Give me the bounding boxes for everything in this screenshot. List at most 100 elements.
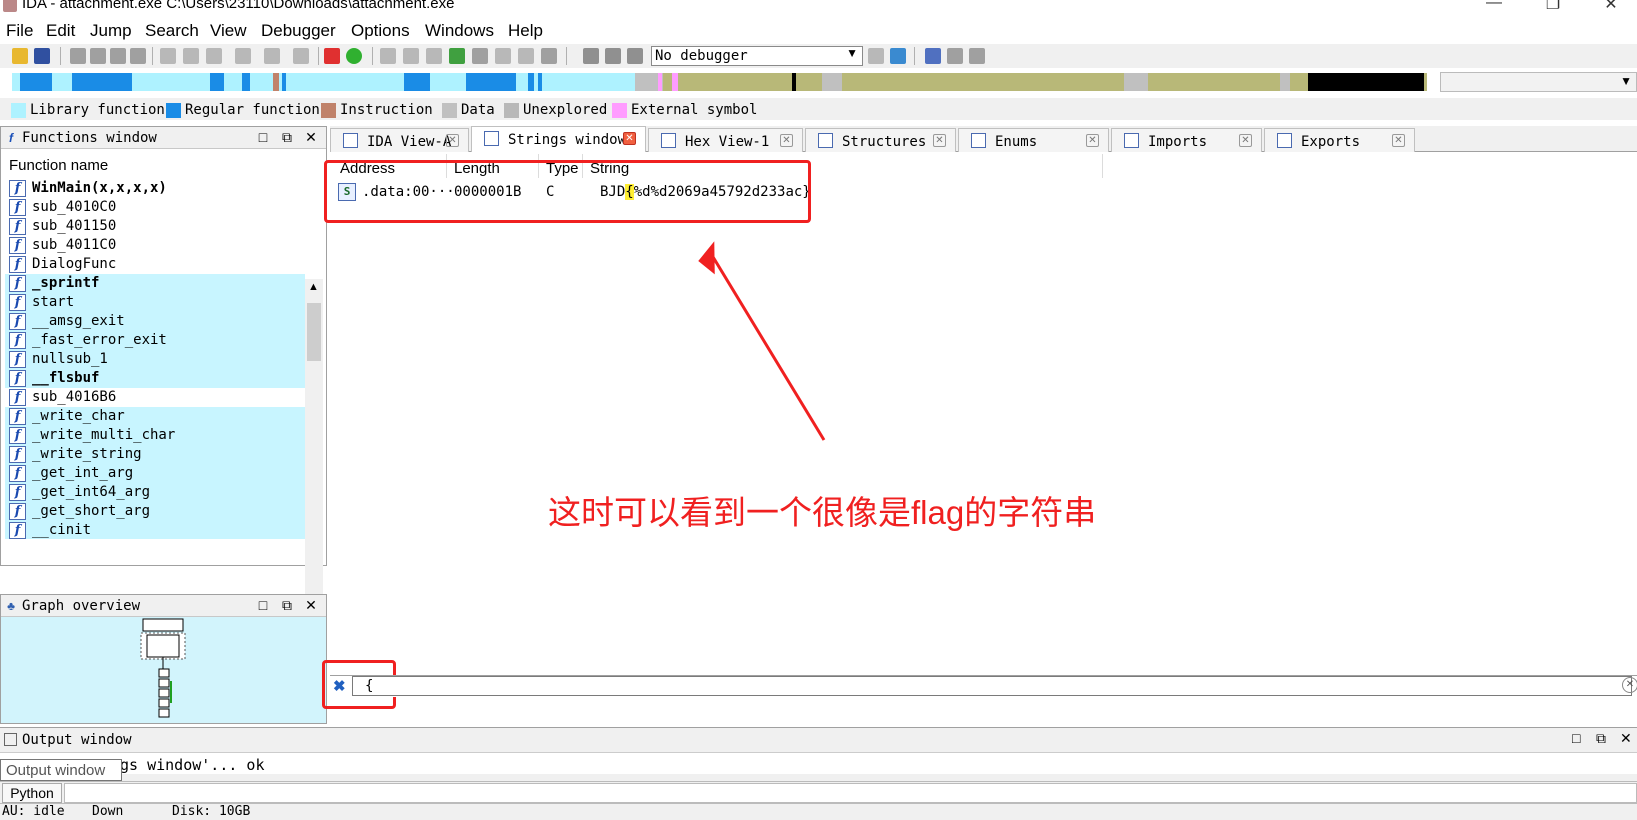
- code-icon[interactable]: [380, 48, 396, 64]
- function-list-item[interactable]: f _get_short_arg: [5, 502, 305, 521]
- search-binary-icon[interactable]: [183, 48, 199, 64]
- tab-imports[interactable]: Imports ✕: [1111, 128, 1262, 152]
- function-list-item[interactable]: f __flsbuf: [5, 369, 305, 388]
- menu-options[interactable]: Options: [351, 21, 410, 41]
- filter-input[interactable]: {: [352, 676, 1632, 696]
- maximize-pane-icon[interactable]: □: [1572, 730, 1580, 746]
- function-list-item[interactable]: f _write_char: [5, 407, 305, 426]
- tab-label: Imports: [1148, 134, 1208, 150]
- navigation-band[interactable]: [12, 73, 1427, 91]
- menu-file[interactable]: File: [6, 21, 33, 41]
- close-tab-icon[interactable]: ✕: [1086, 134, 1099, 147]
- function-list-item[interactable]: f _get_int64_arg: [5, 483, 305, 502]
- save-icon[interactable]: [34, 48, 50, 64]
- search-text-icon[interactable]: [160, 48, 176, 64]
- close-tab-icon[interactable]: ✕: [933, 134, 946, 147]
- menu-windows[interactable]: Windows: [425, 21, 494, 41]
- search-next-icon[interactable]: [235, 48, 251, 64]
- attach-icon[interactable]: [868, 48, 884, 64]
- menu-debugger[interactable]: Debugger: [261, 21, 336, 41]
- open-icon[interactable]: [12, 48, 28, 64]
- dropdown-icon[interactable]: [472, 48, 488, 64]
- close-filter-icon[interactable]: ✖: [333, 679, 347, 694]
- data-icon[interactable]: [403, 48, 419, 64]
- maximize-pane-icon[interactable]: □: [255, 597, 271, 613]
- menu-help[interactable]: Help: [508, 21, 543, 41]
- float-pane-icon[interactable]: ⧉: [1596, 730, 1606, 747]
- function-list-item[interactable]: f WinMain(x,x,x,x): [5, 179, 305, 198]
- segment-select[interactable]: ▼: [1440, 72, 1637, 92]
- close-tab-icon[interactable]: ✕: [780, 134, 793, 147]
- graph-overview-canvas[interactable]: [1, 617, 326, 723]
- run-script-icon[interactable]: [346, 48, 362, 64]
- delete-breakpoint-icon[interactable]: [969, 48, 985, 64]
- menu-jump[interactable]: Jump: [90, 21, 132, 41]
- tab-exports[interactable]: Exports ✕: [1264, 128, 1415, 152]
- float-pane-icon[interactable]: ⧉: [279, 129, 295, 146]
- close-tab-icon[interactable]: ✕: [1392, 134, 1405, 147]
- maximize-button[interactable]: ❐: [1530, 0, 1576, 14]
- graph-icon[interactable]: [324, 48, 340, 64]
- step-icon[interactable]: [890, 48, 906, 64]
- function-list-item[interactable]: f _write_multi_char: [5, 426, 305, 445]
- search-immediate-icon[interactable]: [206, 48, 222, 64]
- close-pane-icon[interactable]: ✕: [1620, 730, 1632, 747]
- function-name-column-header[interactable]: Function name: [9, 157, 108, 174]
- close-tab-icon[interactable]: ✕: [446, 134, 459, 147]
- back-dropdown-icon[interactable]: [90, 48, 106, 64]
- function-list-item[interactable]: f __amsg_exit: [5, 312, 305, 331]
- string-icon[interactable]: [426, 48, 442, 64]
- undefine-icon[interactable]: [541, 48, 557, 64]
- function-list-item[interactable]: f __cinit: [5, 521, 305, 539]
- function-list-item[interactable]: f sub_401150: [5, 217, 305, 236]
- close-pane-icon[interactable]: ✕: [303, 597, 319, 614]
- add-breakpoint-icon[interactable]: [947, 48, 963, 64]
- back-icon[interactable]: [70, 48, 86, 64]
- float-pane-icon[interactable]: ⧉: [279, 597, 295, 614]
- menu-edit[interactable]: Edit: [46, 21, 75, 41]
- close-pane-icon[interactable]: ✕: [303, 129, 319, 146]
- function-list-item[interactable]: f _get_int_arg: [5, 464, 305, 483]
- python-button[interactable]: Python: [2, 783, 62, 803]
- function-list-item[interactable]: f start: [5, 293, 305, 312]
- tab-ida-view-a[interactable]: IDA View-A ✕: [330, 128, 469, 152]
- clear-filter-icon[interactable]: ✕: [1622, 677, 1637, 693]
- function-list-item[interactable]: f sub_4016B6: [5, 388, 305, 407]
- forward-icon[interactable]: [110, 48, 126, 64]
- tab-strings-window[interactable]: Strings window ✕: [471, 126, 646, 153]
- function-list-item[interactable]: f sub_4011C0: [5, 236, 305, 255]
- function-list-item[interactable]: f sub_4010C0: [5, 198, 305, 217]
- close-tab-icon[interactable]: ✕: [1239, 134, 1252, 147]
- breakpoint-list-icon[interactable]: [925, 48, 941, 64]
- scroll-up-icon[interactable]: ▲: [308, 281, 319, 293]
- menu-view[interactable]: View: [210, 21, 247, 41]
- function-list-item[interactable]: f DialogFunc: [5, 255, 305, 274]
- function-list-item[interactable]: f _fast_error_exit: [5, 331, 305, 350]
- debugger-select[interactable]: No debugger ▼: [651, 46, 863, 66]
- scroll-thumb[interactable]: [307, 303, 321, 361]
- function-list-item[interactable]: f _write_string: [5, 445, 305, 464]
- tab-hex-view-1[interactable]: Hex View-1 ✕: [648, 128, 803, 152]
- function-list-item[interactable]: f _sprintf: [5, 274, 305, 293]
- function-icon: f: [9, 389, 26, 406]
- command-input[interactable]: [64, 783, 1637, 803]
- find-icon[interactable]: [293, 48, 309, 64]
- forward-dropdown-icon[interactable]: [130, 48, 146, 64]
- pause-icon[interactable]: [605, 48, 621, 64]
- stop-icon[interactable]: [627, 48, 643, 64]
- maximize-pane-icon[interactable]: □: [255, 129, 271, 145]
- status-au: AU: idle: [2, 804, 65, 819]
- minimize-button[interactable]: —: [1471, 0, 1517, 14]
- close-button[interactable]: ✕: [1588, 0, 1634, 14]
- tab-enums[interactable]: Enums ✕: [958, 128, 1109, 152]
- tab-structures[interactable]: Structures ✕: [805, 128, 956, 152]
- enum-icon[interactable]: [518, 48, 534, 64]
- close-tab-icon[interactable]: ✕: [623, 132, 636, 145]
- add-icon[interactable]: [449, 48, 465, 64]
- function-list-item[interactable]: f nullsub_1: [5, 350, 305, 369]
- menu-search[interactable]: Search: [145, 21, 199, 41]
- jump-down-icon[interactable]: [264, 48, 280, 64]
- play-icon[interactable]: [583, 48, 599, 64]
- struct-icon[interactable]: [495, 48, 511, 64]
- legend-unexplored: Unexplored: [501, 102, 607, 118]
